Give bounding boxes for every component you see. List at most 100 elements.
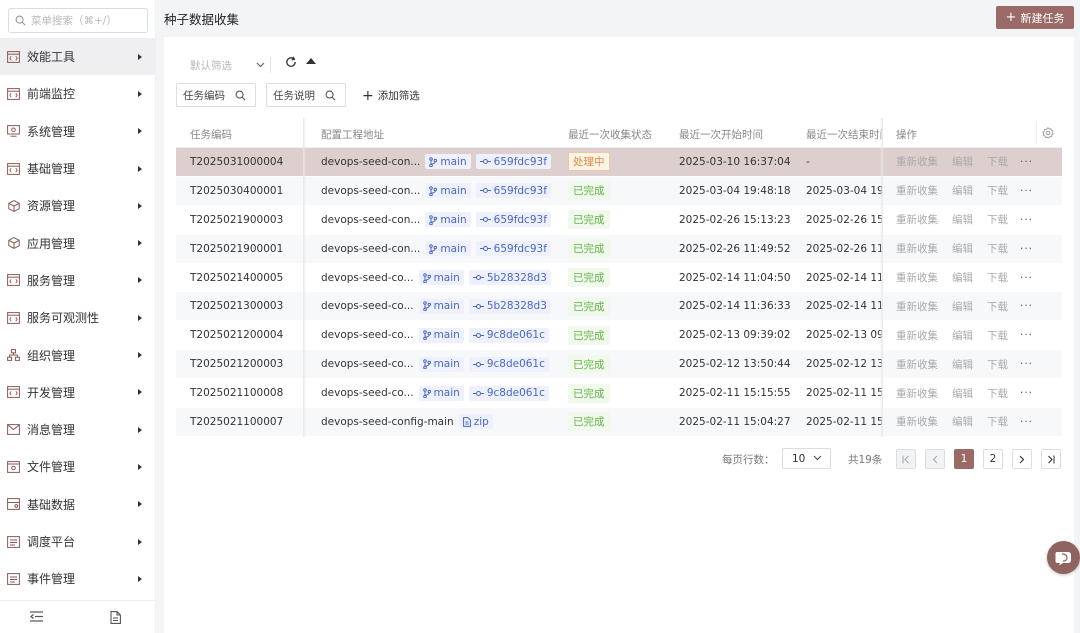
recollect-button[interactable]: 重新收集 xyxy=(896,414,938,429)
table-row[interactable]: T2025021200003 devops-seed-co... main 9c8de… xyxy=(176,350,1062,380)
next-page-button[interactable] xyxy=(1012,449,1032,469)
prev-page-button[interactable] xyxy=(925,449,945,469)
commit-tag: 659fdc93f xyxy=(475,154,551,170)
more-actions-button[interactable]: ··· xyxy=(1020,272,1033,284)
task-code: T2025021300003 xyxy=(190,300,284,313)
edit-button[interactable]: 编辑 xyxy=(952,212,973,227)
table-row[interactable]: T2025021100007 devops-seed-config-main zip… xyxy=(176,408,1062,437)
table-row[interactable]: T2025021200004 devops-seed-co... main 9c8de… xyxy=(176,321,1062,351)
list-panel-icon xyxy=(7,535,20,548)
more-actions-button[interactable]: ··· xyxy=(1020,214,1033,226)
download-button[interactable]: 下载 xyxy=(987,386,1008,401)
add-filter-button[interactable]: + 添加筛选 xyxy=(362,88,420,103)
commit-tag: 659fdc93f xyxy=(475,212,551,228)
recollect-button[interactable]: 重新收集 xyxy=(896,270,938,285)
sidebar-item-13[interactable]: 调度平台 xyxy=(0,523,156,560)
project-cell: devops-seed-config-main zip xyxy=(321,408,561,436)
sidebar-item-1[interactable]: 前端监控 xyxy=(0,75,156,112)
task-desc-filter[interactable]: 任务说明 xyxy=(266,83,346,107)
download-button[interactable]: 下载 xyxy=(987,414,1008,429)
table-row[interactable]: T2025021900001 devops-seed-con... main 659f… xyxy=(176,234,1062,264)
table-row[interactable]: T2025021100008 devops-seed-co... main 9c8de… xyxy=(176,379,1062,409)
edit-button[interactable]: 编辑 xyxy=(952,328,973,343)
download-button[interactable]: 下载 xyxy=(987,357,1008,372)
download-button[interactable]: 下载 xyxy=(987,241,1008,256)
sidebar-item-0[interactable]: 效能工具 xyxy=(0,38,156,76)
more-actions-button[interactable]: ··· xyxy=(1020,185,1033,197)
recollect-button[interactable]: 重新收集 xyxy=(896,328,938,343)
col-task-code[interactable]: 任务编码 xyxy=(190,127,232,142)
edit-button[interactable]: 编辑 xyxy=(952,154,973,169)
sidebar-item-7[interactable]: 服务可观测性 xyxy=(0,299,156,336)
sidebar-item-label: 效能工具 xyxy=(27,50,76,65)
sidebar-item-6[interactable]: 服务管理 xyxy=(0,262,156,299)
rows-per-page-select[interactable]: 10 xyxy=(782,448,831,469)
recollect-button[interactable]: 重新收集 xyxy=(896,212,938,227)
sidebar-item-label: 资源管理 xyxy=(27,199,76,214)
help-assistant-button[interactable] xyxy=(1047,541,1080,574)
more-actions-button[interactable]: ··· xyxy=(1020,358,1033,370)
more-actions-button[interactable]: ··· xyxy=(1020,243,1033,255)
col-project-url[interactable]: 配置工程地址 xyxy=(321,127,384,142)
table-row[interactable]: T2025030400001 devops-seed-con... main 659f… xyxy=(176,176,1062,206)
end-time: 2025-02-26 15:13 xyxy=(806,213,882,226)
col-last-start[interactable]: 最近一次开始时间 xyxy=(679,127,763,142)
download-button[interactable]: 下载 xyxy=(987,328,1008,343)
recollect-button[interactable]: 重新收集 xyxy=(896,183,938,198)
document-icon[interactable] xyxy=(110,611,121,627)
git-branch-icon xyxy=(422,301,431,312)
download-button[interactable]: 下载 xyxy=(987,154,1008,169)
sidebar-item-14[interactable]: 事件管理 xyxy=(0,560,156,597)
col-last-status[interactable]: 最近一次收集状态 xyxy=(568,127,652,142)
edit-button[interactable]: 编辑 xyxy=(952,386,973,401)
sidebar-item-9[interactable]: 开发管理 xyxy=(0,374,156,411)
edit-button[interactable]: 编辑 xyxy=(952,299,973,314)
ops-cell: 重新收集 编辑 下载 ··· xyxy=(896,177,1033,205)
table-row[interactable]: T2025021400005 devops-seed-co... main 5b283… xyxy=(176,264,1062,293)
sidebar-item-12[interactable]: 基础数据 xyxy=(0,486,156,523)
col-last-end[interactable]: 最近一次结束时间 xyxy=(806,127,882,142)
download-button[interactable]: 下载 xyxy=(987,183,1008,198)
caret-up-icon[interactable] xyxy=(306,58,316,64)
edit-button[interactable]: 编辑 xyxy=(952,270,973,285)
gear-icon[interactable] xyxy=(1042,127,1054,142)
new-task-button[interactable]: + 新建任务 xyxy=(996,6,1074,29)
download-button[interactable]: 下载 xyxy=(987,270,1008,285)
task-code-filter[interactable]: 任务编码 xyxy=(176,83,256,107)
default-filter-select[interactable]: 默认筛选 xyxy=(190,54,265,76)
edit-button[interactable]: 编辑 xyxy=(952,241,973,256)
sidebar-item-4[interactable]: 资源管理 xyxy=(0,187,156,224)
page-button-1[interactable]: 1 xyxy=(954,449,974,469)
status-cell: 已完成 xyxy=(568,264,610,292)
table-row[interactable]: T2025021300003 devops-seed-co... main 5b283… xyxy=(176,292,1062,322)
table-row[interactable]: T2025021900003 devops-seed-con... main 659f… xyxy=(176,206,1062,235)
table-row[interactable]: T2025031000004 devops-seed-con... main 659f… xyxy=(176,148,1062,177)
page-button-2[interactable]: 2 xyxy=(983,449,1003,469)
edit-button[interactable]: 编辑 xyxy=(952,414,973,429)
recollect-button[interactable]: 重新收集 xyxy=(896,357,938,372)
refresh-icon[interactable] xyxy=(285,56,297,71)
more-actions-button[interactable]: ··· xyxy=(1020,416,1033,428)
last-page-button[interactable] xyxy=(1041,449,1061,469)
sidebar-item-5[interactable]: 应用管理 xyxy=(0,224,156,261)
recollect-button[interactable]: 重新收集 xyxy=(896,299,938,314)
recollect-button[interactable]: 重新收集 xyxy=(896,154,938,169)
sidebar-item-11[interactable]: 文件管理 xyxy=(0,448,156,485)
sidebar-item-10[interactable]: 消息管理 xyxy=(0,411,156,448)
first-page-button[interactable] xyxy=(896,449,916,469)
edit-button[interactable]: 编辑 xyxy=(952,183,973,198)
collapse-menu-icon[interactable] xyxy=(30,611,43,625)
sidebar-item-2[interactable]: 系统管理 xyxy=(0,113,156,150)
sidebar-item-3[interactable]: 基础管理 xyxy=(0,150,156,187)
download-button[interactable]: 下载 xyxy=(987,212,1008,227)
sidebar-item-8[interactable]: 组织管理 xyxy=(0,336,156,373)
menu-search-input[interactable]: 菜单搜索（⌘+/） xyxy=(8,8,148,33)
more-actions-button[interactable]: ··· xyxy=(1020,300,1033,312)
recollect-button[interactable]: 重新收集 xyxy=(896,241,938,256)
more-actions-button[interactable]: ··· xyxy=(1020,329,1033,341)
recollect-button[interactable]: 重新收集 xyxy=(896,386,938,401)
edit-button[interactable]: 编辑 xyxy=(952,357,973,372)
more-actions-button[interactable]: ··· xyxy=(1020,156,1033,168)
download-button[interactable]: 下载 xyxy=(987,299,1008,314)
more-actions-button[interactable]: ··· xyxy=(1020,387,1033,399)
